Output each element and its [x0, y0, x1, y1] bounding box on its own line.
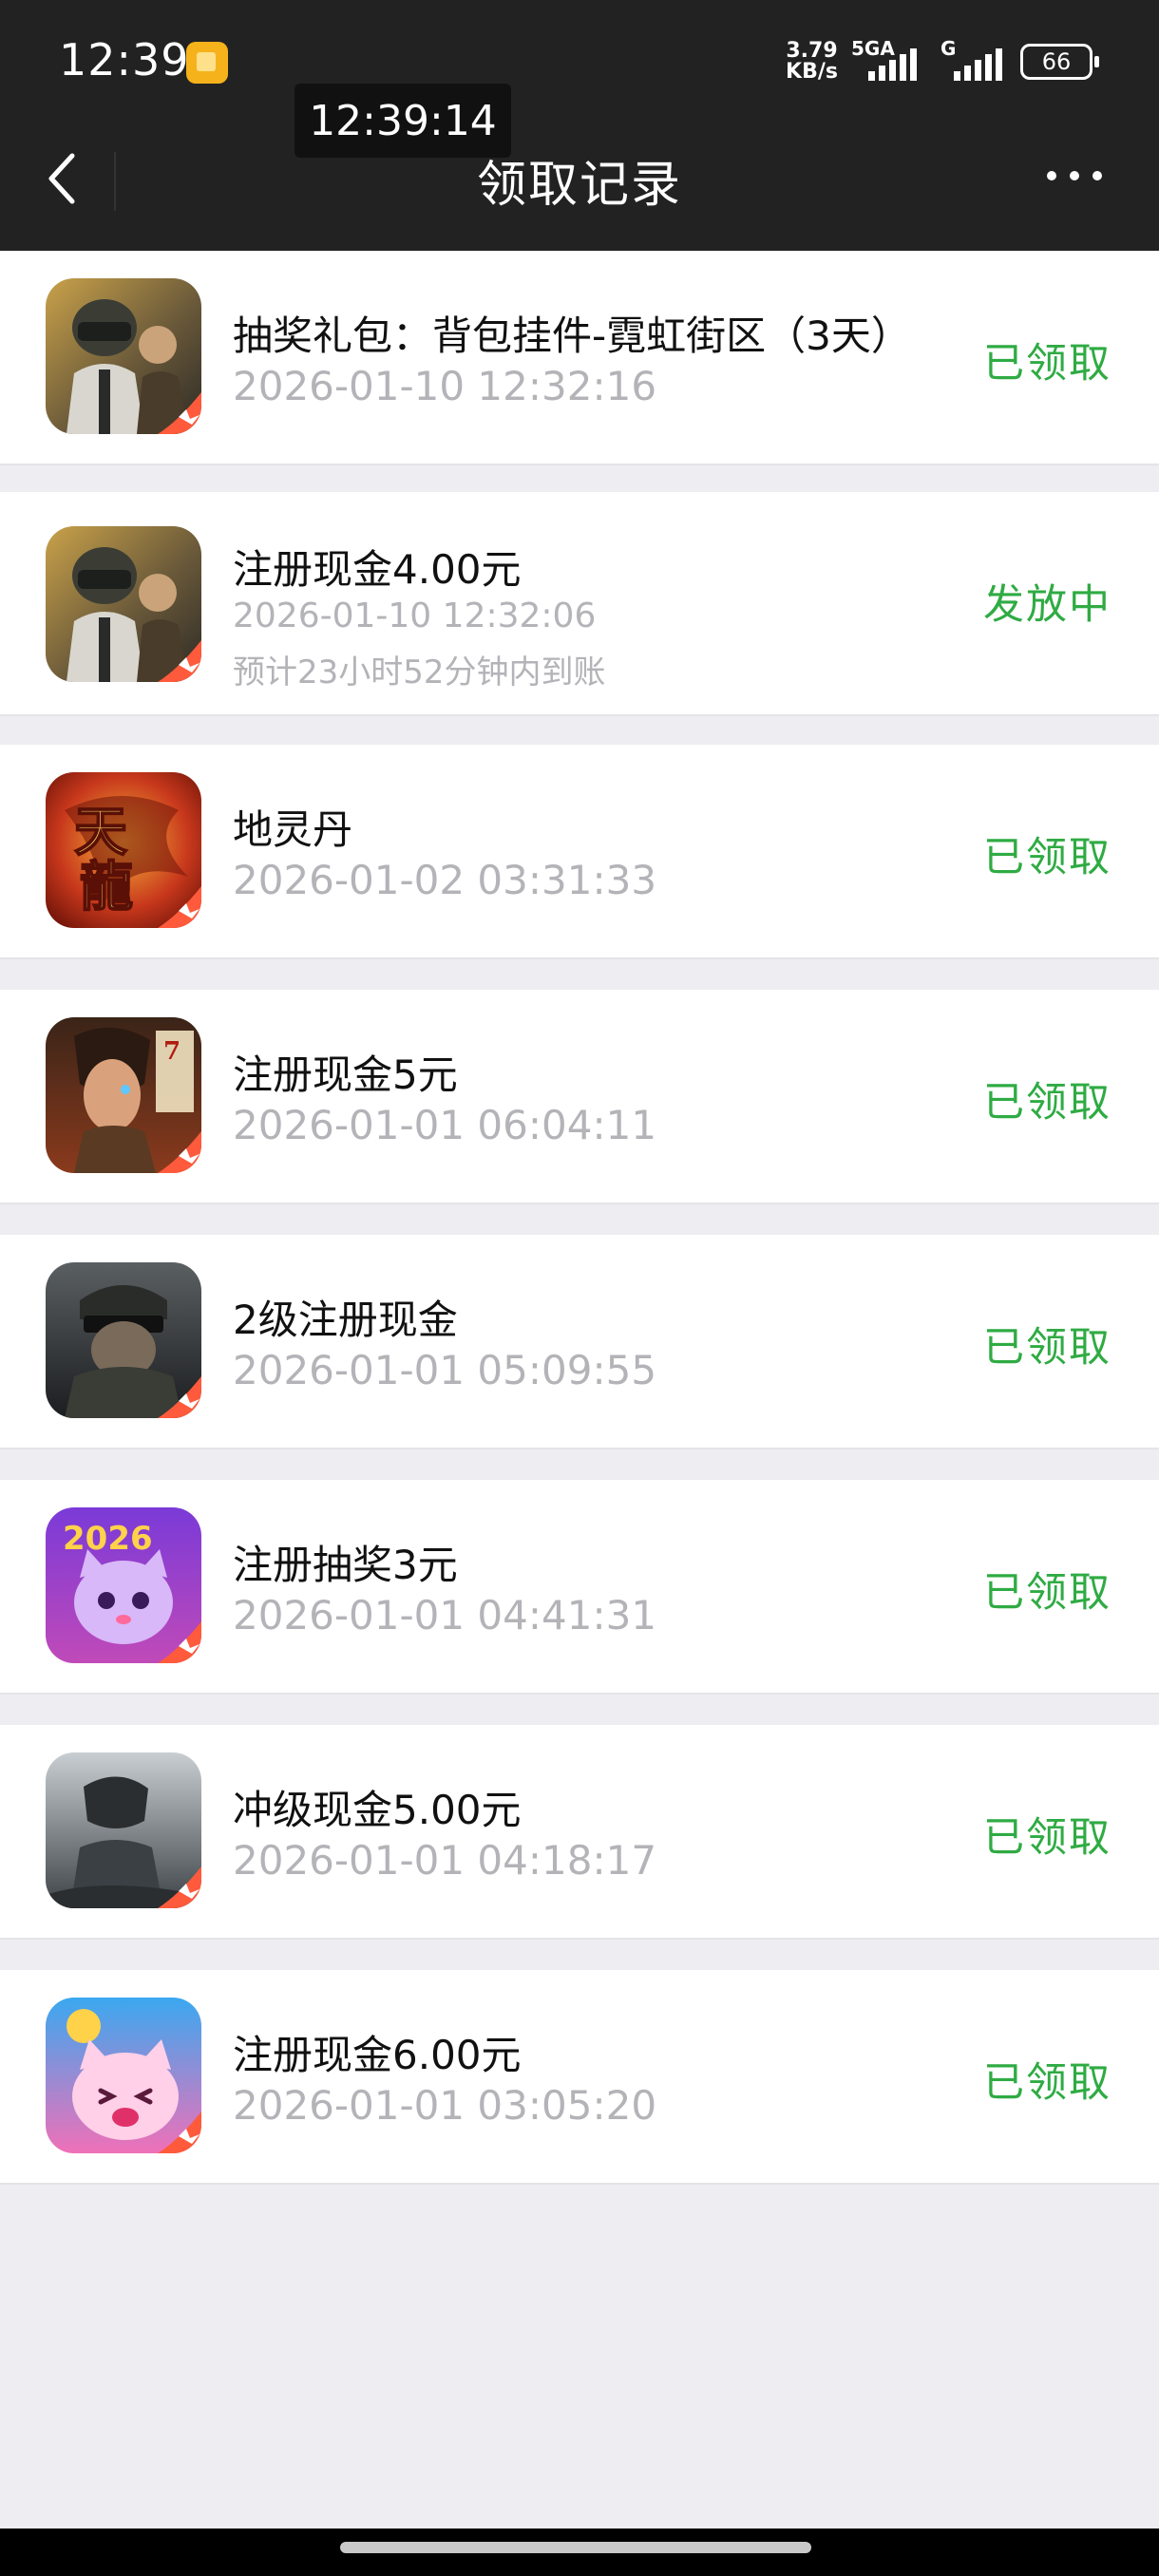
status-bar: 12:39 3.79 KB/s 5GA G 66: [0, 0, 1159, 104]
network-speed-value: 3.79: [786, 39, 838, 63]
more-dots-icon[interactable]: [1047, 171, 1102, 180]
cartoon-cat-game-icon: [46, 1998, 201, 2153]
network-type-label: 5GA: [851, 37, 895, 60]
record-title: 抽奖礼包：背包挂件-霓虹街区（3天）: [233, 313, 911, 359]
record-title: 注册现金4.00元: [233, 546, 522, 593]
soldier-game-icon: [46, 1262, 201, 1418]
status-time: 12:39: [59, 34, 190, 85]
record-time: 2026-01-01 05:09:55: [233, 1347, 657, 1393]
status-badge: 已领取: [983, 834, 1112, 881]
list-item[interactable]: 注册现金4.00元 2026-01-10 12:32:06 预计23小时52分钟…: [0, 492, 1159, 716]
record-title: 注册现金6.00元: [233, 2032, 522, 2078]
pubg-game-icon: [46, 278, 201, 434]
svg-text:7: 7: [163, 1037, 180, 1066]
record-time: 2026-01-01 06:04:11: [233, 1102, 657, 1148]
list-item[interactable]: 注册现金6.00元 2026-01-01 03:05:20 已领取: [0, 1970, 1159, 2185]
navigation-bar: 领取记录: [0, 104, 1159, 251]
tianlong-game-icon: 天 龍: [46, 772, 201, 928]
status-badge: 已领取: [983, 2059, 1112, 2107]
page-title: 领取记录: [476, 157, 682, 214]
status-indicators: 3.79 KB/s 5GA G 66: [786, 37, 1099, 85]
cat-2026-game-icon: 2026: [46, 1507, 201, 1663]
signal-strength-icon-2: G: [940, 37, 1007, 81]
pubg-game-icon: [46, 526, 201, 682]
status-badge: 已领取: [983, 1079, 1112, 1127]
list-item[interactable]: 2026 注册抽奖3元 2026-01-01 04:41:31 已领取: [0, 1480, 1159, 1695]
signal-strength-icon: 5GA: [851, 37, 927, 81]
warrior-game-icon: 7: [46, 1017, 201, 1173]
home-indicator[interactable]: [0, 2529, 1159, 2576]
floating-clock: 12:39:14: [294, 84, 511, 158]
list-item[interactable]: 冲级现金5.00元 2026-01-01 04:18:17 已领取: [0, 1725, 1159, 1940]
record-time: 2026-01-01 04:41:31: [233, 1592, 657, 1638]
shooter-game-icon: [46, 1752, 201, 1908]
network-speed: 3.79 KB/s: [786, 41, 838, 83]
record-title: 注册现金5元: [233, 1051, 458, 1098]
network-speed-unit: KB/s: [786, 60, 838, 84]
record-time: 2026-01-01 04:18:17: [233, 1837, 657, 1884]
status-badge: 发放中: [983, 581, 1112, 629]
svg-text:天: 天: [74, 801, 127, 863]
record-title: 冲级现金5.00元: [233, 1787, 522, 1833]
record-time: 2026-01-01 03:05:20: [233, 2082, 657, 2129]
status-badge: 已领取: [983, 1324, 1112, 1372]
notification-app-icon: [186, 42, 228, 84]
record-title: 注册抽奖3元: [233, 1542, 458, 1588]
list-item[interactable]: 天 龍 地灵丹 2026-01-02 03:31:33 已领取: [0, 745, 1159, 959]
status-badge: 已领取: [983, 340, 1112, 388]
record-time: 2026-01-10 12:32:16: [233, 363, 657, 409]
status-badge: 已领取: [983, 1569, 1112, 1617]
status-badge: 已领取: [983, 1814, 1112, 1862]
battery-icon: 66: [1020, 44, 1099, 80]
list-item[interactable]: 抽奖礼包：背包挂件-霓虹街区（3天） 2026-01-10 12:32:16 已…: [0, 251, 1159, 465]
record-time: 2026-01-02 03:31:33: [233, 857, 657, 903]
record-time: 2026-01-10 12:32:06: [233, 597, 597, 635]
svg-text:龍: 龍: [80, 856, 133, 919]
svg-text:2026: 2026: [63, 1520, 153, 1558]
list-item[interactable]: 7 注册现金5元 2026-01-01 06:04:11 已领取: [0, 990, 1159, 1204]
record-title: 2级注册现金: [233, 1297, 458, 1343]
record-note: 预计23小时52分钟内到账: [233, 653, 606, 691]
list-item[interactable]: 2级注册现金 2026-01-01 05:09:55 已领取: [0, 1235, 1159, 1449]
network-type-label-2: G: [940, 37, 957, 60]
record-title: 地灵丹: [233, 806, 353, 853]
